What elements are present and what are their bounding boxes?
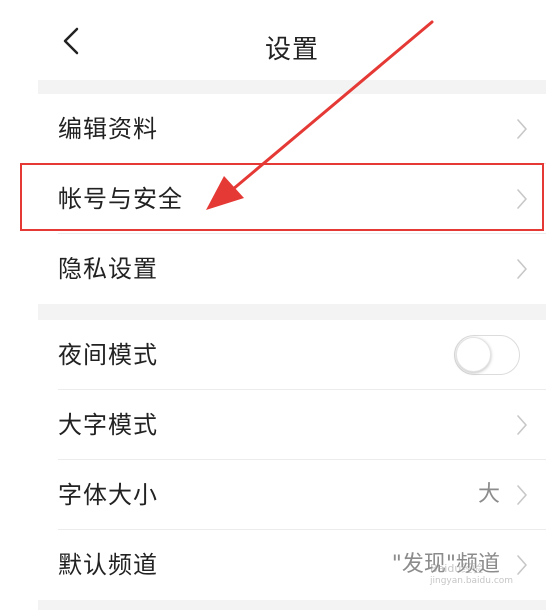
default-channel-value: "发现"频道: [391, 552, 500, 577]
settings-row-large-text[interactable]: 大字模式: [38, 390, 546, 460]
settings-row-account-security[interactable]: 帐号与安全: [38, 164, 546, 234]
chevron-right-icon: [517, 189, 527, 209]
section-divider: [38, 80, 546, 94]
chevron-right-icon: [517, 485, 527, 505]
page-title: 设置: [264, 35, 319, 65]
settings-row-edit-profile[interactable]: 编辑资料: [38, 94, 546, 164]
row-label: 字体大小: [58, 481, 158, 509]
section-divider: [38, 600, 546, 610]
chevron-right-icon: [517, 119, 527, 139]
row-label: 隐私设置: [58, 255, 158, 283]
settings-row-font-size[interactable]: 字体大小 大: [38, 460, 546, 530]
row-label: 帐号与安全: [58, 185, 183, 213]
row-label: 编辑资料: [58, 115, 158, 143]
chevron-right-icon: [517, 259, 527, 279]
section-divider: [38, 304, 546, 320]
font-size-value: 大: [477, 482, 500, 507]
top-bar: 设置: [38, 0, 546, 80]
row-label: 大字模式: [58, 411, 158, 439]
settings-row-default-channel[interactable]: 默认频道 "发现"频道: [38, 530, 546, 600]
settings-row-privacy[interactable]: 隐私设置: [38, 234, 546, 304]
night-mode-toggle[interactable]: [454, 335, 520, 375]
row-label: 夜间模式: [58, 341, 158, 369]
settings-row-night-mode[interactable]: 夜间模式: [38, 320, 546, 390]
row-label: 默认频道: [58, 551, 158, 579]
chevron-right-icon: [517, 555, 527, 575]
chevron-right-icon: [517, 415, 527, 435]
toggle-knob: [456, 337, 491, 372]
settings-page: 设置 编辑资料 帐号与安全 隐私设置 夜间模式 大字模式 字体大小 大 默认频道…: [0, 0, 559, 610]
settings-screen: 设置 编辑资料 帐号与安全 隐私设置 夜间模式 大字模式 字体大小 大 默认频道…: [38, 0, 546, 610]
